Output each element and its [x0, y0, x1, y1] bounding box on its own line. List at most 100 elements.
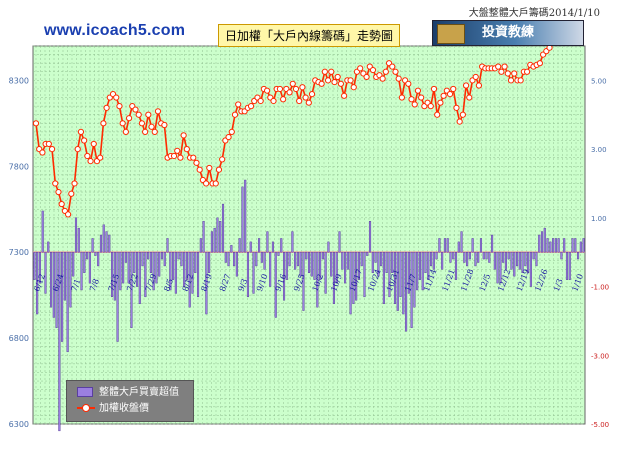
line-point	[193, 159, 200, 166]
line-point	[389, 63, 396, 70]
bar	[540, 231, 544, 253]
bar	[305, 251, 308, 260]
bar	[266, 231, 269, 253]
line-point	[398, 94, 405, 101]
bar	[296, 251, 299, 267]
bar	[77, 227, 80, 253]
line-point	[511, 70, 518, 77]
line-point	[151, 128, 158, 136]
line-point	[90, 140, 97, 148]
bar	[557, 238, 560, 253]
line-point	[116, 103, 123, 110]
bar	[510, 251, 513, 270]
line-point	[437, 99, 444, 106]
bar	[255, 251, 258, 267]
bar	[119, 251, 122, 291]
line-point	[71, 180, 78, 187]
bar	[208, 251, 211, 274]
bar	[344, 251, 347, 284]
y-left-tick-label: 8300	[9, 76, 29, 85]
y-right-tick-label: -3.00	[591, 352, 609, 360]
bar	[172, 251, 175, 280]
bar	[360, 251, 363, 267]
bar	[252, 251, 255, 294]
bar	[496, 251, 499, 284]
line-point	[183, 145, 190, 153]
bar	[432, 251, 435, 270]
bar	[221, 203, 225, 253]
bar	[61, 251, 64, 342]
logo-icon	[437, 24, 465, 44]
line-point	[257, 97, 264, 105]
line-point	[68, 190, 75, 197]
bar	[299, 251, 302, 277]
bar	[213, 227, 216, 253]
bar	[435, 251, 438, 260]
bar	[477, 251, 480, 263]
site-url[interactable]: www.icoach5.com	[44, 22, 185, 40]
line-point	[357, 65, 364, 72]
bar	[69, 251, 72, 308]
line-point	[87, 158, 94, 165]
bar	[33, 251, 36, 280]
line-point	[292, 85, 300, 93]
bar	[491, 234, 494, 253]
line-point	[177, 154, 184, 161]
line-point	[58, 200, 65, 208]
bar	[269, 251, 272, 287]
line-point	[472, 73, 479, 81]
line-point	[392, 68, 399, 75]
line-point	[39, 149, 46, 156]
bar	[246, 251, 250, 298]
line-point	[434, 111, 441, 118]
bar	[366, 251, 369, 256]
line-point	[395, 75, 402, 82]
bar	[280, 238, 283, 253]
line-point	[135, 111, 142, 118]
line-point	[318, 80, 325, 87]
bar	[552, 238, 555, 253]
line-point	[170, 152, 178, 160]
line-point	[321, 68, 328, 75]
bar	[72, 251, 75, 277]
line-point	[523, 68, 531, 75]
bar	[543, 227, 546, 253]
bar	[133, 251, 136, 274]
bar	[441, 251, 444, 270]
bar	[565, 251, 569, 280]
line-point	[32, 120, 40, 127]
bar	[524, 251, 527, 267]
bar	[416, 251, 419, 291]
line-point	[148, 123, 155, 130]
bar	[571, 238, 574, 253]
bar	[577, 251, 580, 260]
bar	[402, 251, 405, 315]
bar	[116, 251, 119, 342]
y-right-tick-label: 5.00	[591, 77, 607, 85]
chart-legend: 整體大戶買賣超值 加權收盤價	[66, 380, 194, 422]
bar	[124, 251, 127, 263]
line-point	[64, 211, 72, 218]
line-point	[324, 77, 332, 84]
bar	[263, 251, 266, 270]
bar	[41, 210, 44, 253]
bar	[177, 251, 180, 260]
bar	[149, 251, 152, 274]
bar	[138, 251, 141, 304]
bar	[158, 251, 161, 277]
bar	[191, 251, 194, 294]
bar	[474, 251, 477, 267]
bar	[147, 251, 150, 260]
line-point	[231, 111, 239, 118]
line-point	[475, 82, 483, 89]
bar	[479, 238, 483, 253]
line-point	[235, 101, 242, 108]
line-point	[55, 188, 62, 196]
line-point	[174, 147, 181, 154]
bar	[122, 251, 125, 284]
bar	[105, 231, 108, 253]
line-point	[52, 180, 59, 187]
line-point	[142, 128, 149, 136]
bar	[424, 251, 427, 274]
bar	[518, 251, 521, 270]
